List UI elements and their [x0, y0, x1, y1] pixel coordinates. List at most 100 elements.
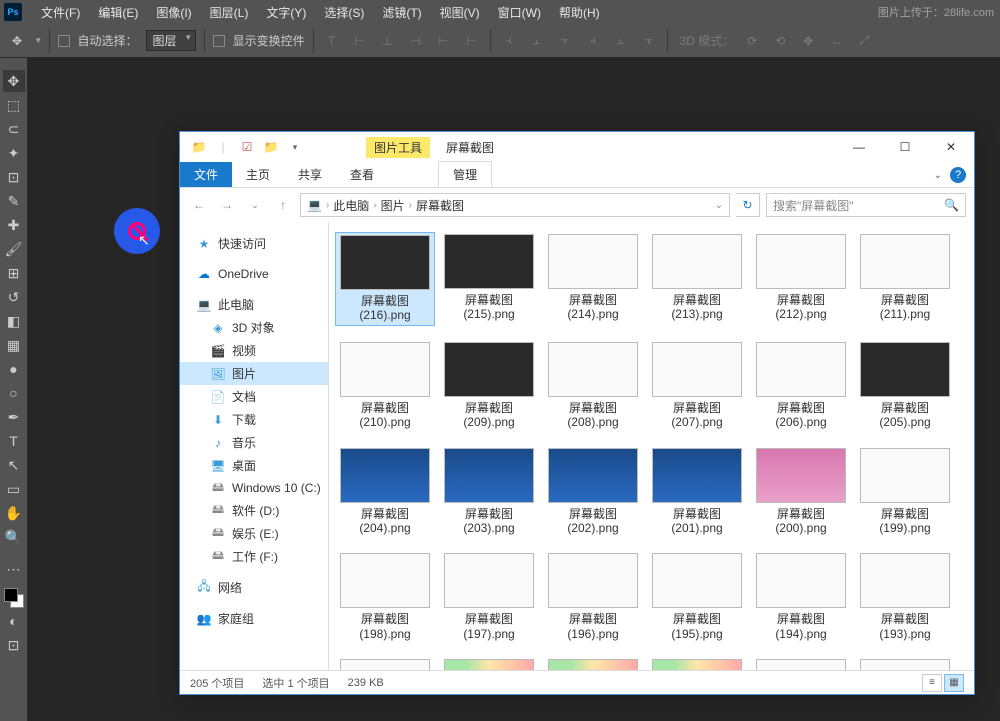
explorer-titlebar[interactable]: 📁 | ☑ 📁 ▾ 图片工具 屏幕截图 — ☐ ✕: [180, 132, 974, 162]
tree-videos[interactable]: 🎬视频: [180, 339, 328, 362]
tree-homegroup[interactable]: 👥家庭组: [180, 607, 328, 630]
tree-desktop[interactable]: 🖥桌面: [180, 454, 328, 477]
menu-file[interactable]: 文件(F): [32, 4, 89, 21]
tree-onedrive[interactable]: ☁OneDrive: [180, 263, 328, 285]
eraser-tool[interactable]: ◧: [3, 310, 25, 332]
nav-up-icon[interactable]: ↑: [272, 194, 294, 216]
3d-orbit-icon[interactable]: ⟳: [742, 31, 762, 51]
file-item[interactable]: 屏幕截图(208).png: [543, 340, 643, 432]
marquee-tool[interactable]: ⬚: [3, 94, 25, 116]
show-transform-checkbox[interactable]: [213, 35, 225, 47]
menu-edit[interactable]: 编辑(E): [89, 4, 147, 21]
file-item[interactable]: 屏幕截图(206).png: [751, 340, 851, 432]
shape-tool[interactable]: ▭: [3, 478, 25, 500]
distribute-5-icon[interactable]: ⫠: [611, 31, 631, 51]
file-item[interactable]: [855, 657, 955, 670]
breadcrumb-pictures[interactable]: 图片: [381, 197, 405, 214]
menu-image[interactable]: 图像(I): [147, 4, 200, 21]
tree-drive-c[interactable]: 🖴Windows 10 (C:): [180, 477, 328, 499]
file-item[interactable]: 屏幕截图(210).png: [335, 340, 435, 432]
menu-filter[interactable]: 滤镜(T): [373, 4, 430, 21]
menu-help[interactable]: 帮助(H): [550, 4, 609, 21]
file-list[interactable]: 屏幕截图(216).png屏幕截图(215).png屏幕截图(214).png屏…: [329, 222, 974, 670]
color-swatch[interactable]: [4, 588, 24, 608]
align-right-icon[interactable]: ⊢: [462, 31, 482, 51]
refresh-button[interactable]: ↻: [736, 193, 760, 217]
auto-select-checkbox[interactable]: [58, 35, 70, 47]
file-item[interactable]: 屏幕截图(212).png: [751, 232, 851, 326]
blur-tool[interactable]: ●: [3, 358, 25, 380]
zoom-tool[interactable]: 🔍: [3, 526, 25, 548]
align-top-icon[interactable]: ⊤: [322, 31, 342, 51]
file-item[interactable]: 屏幕截图(196).png: [543, 551, 643, 643]
breadcrumb-screenshots[interactable]: 屏幕截图: [416, 197, 464, 214]
view-details-button[interactable]: ≡: [922, 674, 942, 692]
breadcrumb-thispc[interactable]: 此电脑: [333, 197, 369, 214]
file-item[interactable]: 屏幕截图(211).png: [855, 232, 955, 326]
file-item[interactable]: 屏幕截图(207).png: [647, 340, 747, 432]
lasso-tool[interactable]: ⊂: [3, 118, 25, 140]
file-item[interactable]: 屏幕截图(216).png: [335, 232, 435, 326]
dodge-tool[interactable]: ○: [3, 382, 25, 404]
file-item[interactable]: [335, 657, 435, 670]
view-icons-button[interactable]: ▦: [944, 674, 964, 692]
eyedropper-tool[interactable]: ✎: [3, 190, 25, 212]
3d-scale-icon[interactable]: ⤢: [854, 31, 874, 51]
align-vcenter-icon[interactable]: ⊢: [350, 31, 370, 51]
search-icon[interactable]: 🔍: [944, 198, 959, 212]
qat-dropdown-icon[interactable]: ▾: [284, 136, 306, 158]
ribbon-tab-manage[interactable]: 管理: [438, 161, 492, 187]
pen-tool[interactable]: ✒: [3, 406, 25, 428]
qat-properties-icon[interactable]: ☑: [236, 136, 258, 158]
file-item[interactable]: 屏幕截图(199).png: [855, 446, 955, 538]
tree-drive-d[interactable]: 🖴软件 (D:): [180, 499, 328, 522]
file-item[interactable]: [439, 657, 539, 670]
file-item[interactable]: 屏幕截图(215).png: [439, 232, 539, 326]
brush-tool[interactable]: 🖌: [3, 238, 25, 260]
maximize-button[interactable]: ☐: [882, 132, 928, 162]
file-item[interactable]: 屏幕截图(214).png: [543, 232, 643, 326]
tree-drive-e[interactable]: 🖴娱乐 (E:): [180, 522, 328, 545]
breadcrumb-dropdown-icon[interactable]: ⌄: [715, 200, 723, 211]
quick-mask[interactable]: ◐: [3, 610, 25, 632]
edit-toolbar[interactable]: ⋯: [3, 558, 25, 580]
tree-downloads[interactable]: ⬇下载: [180, 408, 328, 431]
file-item[interactable]: 屏幕截图(203).png: [439, 446, 539, 538]
tree-3d[interactable]: ◈3D 对象: [180, 316, 328, 339]
file-item[interactable]: [647, 657, 747, 670]
menu-type[interactable]: 文字(Y): [257, 4, 315, 21]
file-item[interactable]: 屏幕截图(205).png: [855, 340, 955, 432]
align-left-icon[interactable]: ⊣: [406, 31, 426, 51]
file-item[interactable]: 屏幕截图(197).png: [439, 551, 539, 643]
file-item[interactable]: [543, 657, 643, 670]
align-hcenter-icon[interactable]: ⊢: [434, 31, 454, 51]
menu-select[interactable]: 选择(S): [315, 4, 373, 21]
tree-documents[interactable]: 📄文档: [180, 385, 328, 408]
help-icon[interactable]: ?: [950, 167, 966, 183]
ribbon-tab-file[interactable]: 文件: [180, 162, 232, 187]
distribute-6-icon[interactable]: ⫟: [639, 31, 659, 51]
search-box[interactable]: 搜索"屏幕截图" 🔍: [766, 193, 966, 217]
file-item[interactable]: 屏幕截图(209).png: [439, 340, 539, 432]
file-item[interactable]: 屏幕截图(193).png: [855, 551, 955, 643]
hand-tool[interactable]: ✋: [3, 502, 25, 524]
menu-window[interactable]: 窗口(W): [489, 4, 550, 21]
3d-slide-icon[interactable]: ↔: [826, 31, 846, 51]
align-bottom-icon[interactable]: ⊥: [378, 31, 398, 51]
nav-forward-icon[interactable]: →: [216, 194, 238, 216]
stamp-tool[interactable]: ⊞: [3, 262, 25, 284]
minimize-button[interactable]: —: [836, 132, 882, 162]
distribute-3-icon[interactable]: ⫟: [555, 31, 575, 51]
distribute-1-icon[interactable]: ⫞: [499, 31, 519, 51]
history-brush-tool[interactable]: ↺: [3, 286, 25, 308]
tree-quick-access[interactable]: ★快速访问: [180, 232, 328, 255]
nav-history-icon[interactable]: ⌄: [244, 194, 266, 216]
file-item[interactable]: 屏幕截图(198).png: [335, 551, 435, 643]
file-item[interactable]: 屏幕截图(201).png: [647, 446, 747, 538]
path-tool[interactable]: ↖: [3, 454, 25, 476]
ribbon-tab-home[interactable]: 主页: [232, 162, 284, 187]
breadcrumb[interactable]: 💻 › 此电脑 › 图片 › 屏幕截图 ⌄: [300, 193, 730, 217]
file-item[interactable]: 屏幕截图(204).png: [335, 446, 435, 538]
folder-icon[interactable]: 📁: [188, 136, 210, 158]
3d-roll-icon[interactable]: ⟲: [770, 31, 790, 51]
